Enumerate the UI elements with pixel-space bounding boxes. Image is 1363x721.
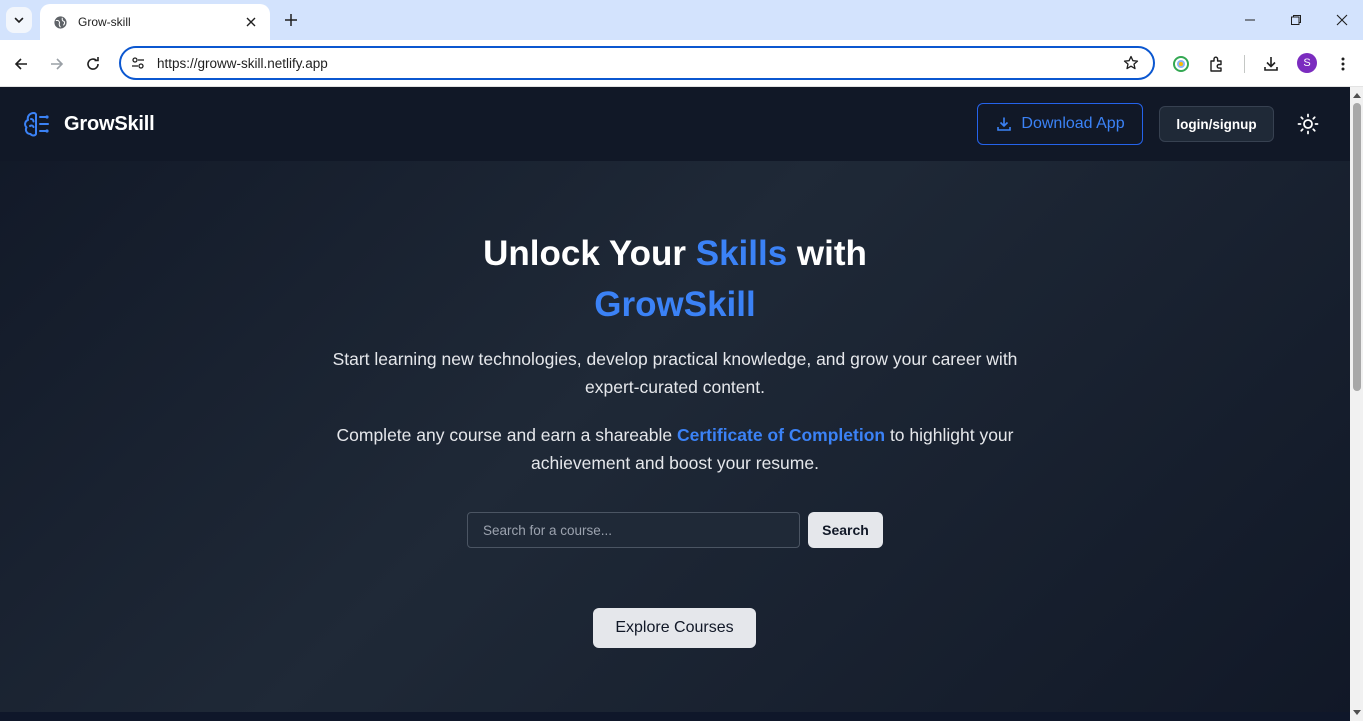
search-button[interactable]: Search	[808, 512, 883, 548]
globe-icon	[52, 14, 68, 30]
profile-avatar[interactable]: S	[1297, 53, 1317, 73]
site-header: GrowSkill Download App login/signup	[0, 87, 1350, 161]
hero-title-accent-skills: Skills	[695, 234, 788, 273]
chevron-down-icon	[14, 17, 24, 24]
page-viewport: GrowSkill Download App login/signup Unlo…	[0, 87, 1350, 721]
course-search-input[interactable]	[467, 512, 800, 548]
hero-description: Start learning new technologies, develop…	[332, 349, 1018, 397]
window-close-button[interactable]	[1319, 0, 1363, 40]
login-signup-button[interactable]: login/signup	[1159, 106, 1274, 142]
certificate-highlight: Certificate of Completion	[677, 425, 886, 445]
hero-title-part2: with	[787, 234, 867, 273]
toolbar-separator	[1244, 55, 1245, 73]
restore-icon	[1291, 15, 1301, 25]
page-bottom-edge	[0, 712, 1350, 721]
download-app-button[interactable]: Download App	[977, 103, 1143, 145]
tab-list-button[interactable]	[6, 7, 32, 33]
new-tab-button[interactable]	[279, 8, 303, 32]
address-bar[interactable]: https://groww-skill.netlify.app	[119, 46, 1155, 80]
brand-name: GrowSkill	[64, 112, 155, 135]
brain-icon	[22, 109, 52, 139]
back-button[interactable]	[7, 50, 35, 78]
window-close-icon	[1336, 14, 1348, 26]
theme-toggle-button[interactable]	[1294, 110, 1322, 138]
explore-courses-button[interactable]: Explore Courses	[593, 608, 756, 648]
hero-title: Unlock Your Skills with GrowSkill	[0, 228, 1350, 330]
scroll-up-arrow-icon[interactable]	[1350, 89, 1363, 101]
url-text[interactable]: https://groww-skill.netlify.app	[157, 56, 1119, 71]
forward-arrow-icon	[51, 58, 64, 70]
site-settings-icon[interactable]	[127, 52, 149, 74]
tab-close-icon[interactable]	[242, 13, 260, 31]
brand-link[interactable]: GrowSkill	[22, 109, 155, 139]
browser-tabstrip: Grow-skill	[0, 0, 1363, 40]
minimize-icon	[1245, 19, 1255, 21]
downloads-button[interactable]	[1259, 52, 1283, 76]
back-arrow-icon	[14, 58, 27, 70]
more-vert-icon[interactable]	[1331, 52, 1355, 76]
restore-button[interactable]	[1273, 0, 1319, 40]
browser-tab-active[interactable]: Grow-skill	[40, 4, 270, 40]
page-scrollbar[interactable]	[1350, 87, 1363, 721]
plus-icon	[285, 14, 297, 26]
scrollbar-thumb[interactable]	[1353, 103, 1361, 391]
sun-icon	[1297, 113, 1319, 135]
hero-certificate-text: Complete any course and earn a shareable…	[325, 421, 1025, 477]
puzzle-icon[interactable]	[1205, 52, 1229, 76]
download-app-label: Download App	[1021, 115, 1125, 132]
reload-icon	[87, 57, 99, 70]
download-icon	[995, 115, 1013, 133]
forward-button[interactable]	[43, 50, 71, 78]
extension-color-icon[interactable]	[1169, 52, 1193, 76]
minimize-button[interactable]	[1227, 0, 1273, 40]
tab-title: Grow-skill	[78, 15, 131, 29]
download-icon	[1264, 57, 1278, 71]
scroll-down-arrow-icon[interactable]	[1350, 707, 1363, 719]
reload-button[interactable]	[79, 50, 107, 78]
certificate-text-part1: Complete any course and earn a shareable	[336, 425, 677, 445]
browser-toolbar: https://groww-skill.netlify.app S	[0, 40, 1363, 87]
hero-title-part1: Unlock Your	[483, 234, 696, 273]
bookmark-star-icon[interactable]	[1119, 51, 1143, 75]
hero-title-accent-brand: GrowSkill	[594, 285, 756, 324]
